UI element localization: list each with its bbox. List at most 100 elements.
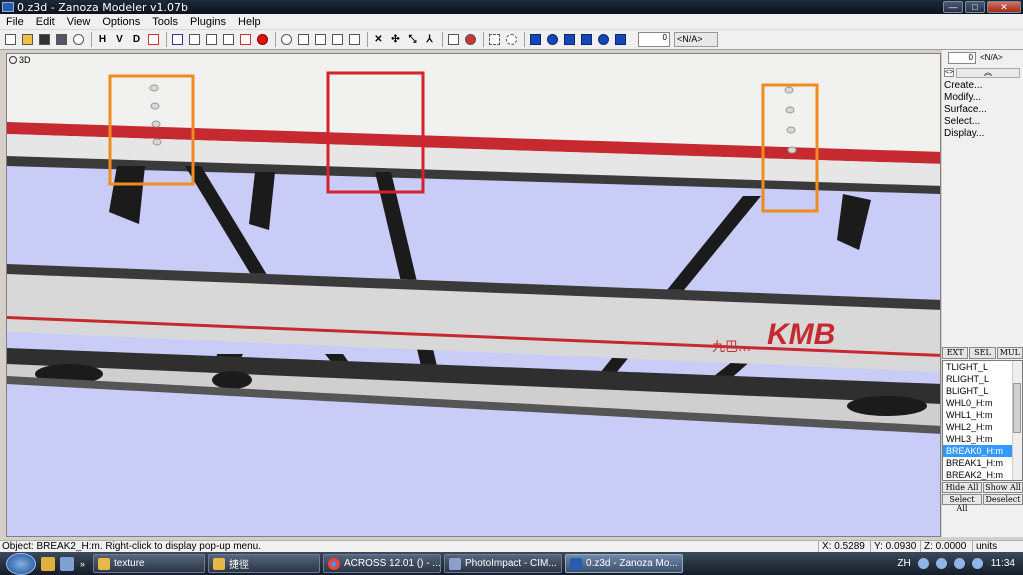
start-button[interactable] (6, 552, 36, 575)
toolbar-separator (442, 32, 443, 47)
menu-bar: File Edit View Options Tools Plugins Hel… (0, 14, 1023, 30)
magnifier-icon (9, 56, 17, 64)
view-v-button[interactable]: V (112, 32, 127, 47)
menu-options[interactable]: Options (96, 16, 146, 28)
list-item[interactable]: TLIGHT_L (943, 361, 1022, 373)
create-cylinder-icon[interactable] (562, 32, 577, 47)
list-item[interactable]: WHL2_H:m (943, 421, 1022, 433)
select-circle-icon[interactable] (504, 32, 519, 47)
grid-tool-icon[interactable] (446, 32, 461, 47)
zoom-icon[interactable] (279, 32, 294, 47)
list-item[interactable]: WHL1_H:m (943, 409, 1022, 421)
zoom-extents-icon[interactable] (330, 32, 345, 47)
kmb-logo: KMB (767, 318, 835, 351)
command-display[interactable]: Display... (944, 128, 987, 140)
toolbar-combo[interactable]: <N/A> (674, 32, 718, 47)
cube-view-3-icon[interactable] (221, 32, 236, 47)
clock[interactable]: 11:34 (991, 558, 1015, 569)
cube-view-1-icon[interactable] (187, 32, 202, 47)
view-d-button[interactable]: D (129, 32, 144, 47)
command-modify[interactable]: Modify... (944, 92, 987, 104)
volume-icon[interactable] (971, 558, 983, 569)
list-item[interactable]: BREAK1_H:m (943, 457, 1022, 469)
menu-file[interactable]: File (0, 16, 30, 28)
toolbar-separator (275, 32, 276, 47)
language-indicator[interactable]: ZH (897, 558, 910, 569)
command-select[interactable]: Select... (944, 116, 987, 128)
tab-mul[interactable]: MUL (996, 347, 1023, 359)
render-sphere-icon[interactable] (255, 32, 270, 47)
view-h-button[interactable]: H (95, 32, 110, 47)
create-box-icon[interactable] (528, 32, 543, 47)
list-item[interactable]: BREAK2_H:m (943, 469, 1022, 480)
task-photoimpact[interactable]: PhotoImpact - CIM... (444, 554, 563, 573)
rotate-tool-icon[interactable]: ✣ (388, 32, 403, 47)
cube-view-2-icon[interactable] (204, 32, 219, 47)
select-all-button[interactable]: Select All (942, 494, 982, 513)
reload-icon[interactable] (71, 32, 86, 47)
save-icon[interactable] (37, 32, 52, 47)
scrollbar-thumb[interactable] (1013, 383, 1021, 433)
task-texture[interactable]: texture (93, 554, 206, 573)
create-cone-icon[interactable] (579, 32, 594, 47)
menu-help[interactable]: Help (232, 16, 267, 28)
task-shortcut[interactable]: 捷徑 (208, 554, 321, 573)
bend-tool-icon[interactable]: ⅄ (422, 32, 437, 47)
explorer-icon[interactable] (41, 556, 55, 571)
cube-view-4-icon[interactable] (238, 32, 253, 47)
folder-icon (213, 557, 226, 570)
maximize-button[interactable]: □ (965, 1, 985, 13)
scale-tool-icon[interactable]: ⤡ (405, 32, 420, 47)
zoom-all-icon[interactable] (347, 32, 362, 47)
axis-tool-icon[interactable] (146, 32, 161, 47)
object-list[interactable]: TLIGHT_L RLIGHT_L BLIGHT_L WHL0_H:m WHL1… (942, 360, 1023, 481)
help-icon[interactable] (917, 558, 929, 569)
pan-hand-icon[interactable] (296, 32, 311, 47)
list-item-selected[interactable]: BREAK0_H:m (943, 445, 1022, 457)
save-as-icon[interactable] (54, 32, 69, 47)
viewport-name: 3D (19, 55, 31, 65)
list-item[interactable]: WHL3_H:m (943, 433, 1022, 445)
open-folder-icon[interactable] (20, 32, 35, 47)
create-plane-icon[interactable] (613, 32, 628, 47)
list-item[interactable]: BLIGHT_L (943, 385, 1022, 397)
quicklaunch-more-icon[interactable]: » (80, 559, 85, 569)
panel-collapse-chevron-icon[interactable]: ︽ (956, 68, 1020, 78)
zoom-region-icon[interactable] (313, 32, 328, 47)
task-label: 0.z3d - Zanoza Mo... (586, 558, 678, 569)
menu-plugins[interactable]: Plugins (184, 16, 232, 28)
toolbar-spinner[interactable]: 0 (638, 32, 670, 47)
deselect-button[interactable]: Deselect (983, 494, 1023, 505)
close-button[interactable]: ✕ (987, 1, 1021, 13)
tab-sel[interactable]: SEL (969, 347, 996, 359)
list-scrollbar[interactable] (1012, 361, 1022, 480)
panel-combo[interactable]: <N/A> (980, 53, 1003, 62)
command-surface[interactable]: Surface... (944, 104, 987, 116)
hide-all-button[interactable]: Hide All (942, 482, 982, 493)
panel-spinner[interactable]: 0 (948, 52, 976, 64)
network-icon[interactable] (953, 558, 965, 569)
select-vertex-icon[interactable] (170, 32, 185, 47)
list-item[interactable]: WHL0_H:m (943, 397, 1022, 409)
show-desktop-icon[interactable] (60, 556, 74, 571)
create-sphere-icon[interactable] (545, 32, 560, 47)
tab-ext[interactable]: EXT (942, 347, 969, 359)
command-create[interactable]: Create... (944, 80, 987, 92)
panel-expand-icon[interactable]: <> (944, 68, 954, 77)
list-item[interactable]: RLIGHT_L (943, 373, 1022, 385)
move-tool-icon[interactable]: ✕ (371, 32, 386, 47)
task-zanoza[interactable]: 0.z3d - Zanoza Mo... (565, 554, 684, 573)
object-tabs: EXT SEL MUL (942, 347, 1023, 359)
menu-view[interactable]: View (61, 16, 97, 28)
create-torus-icon[interactable] (596, 32, 611, 47)
viewport-3d[interactable]: 3D KMB 九巴… (6, 53, 941, 537)
minimize-button[interactable]: — (943, 1, 963, 13)
new-file-icon[interactable] (3, 32, 18, 47)
menu-tools[interactable]: Tools (146, 16, 184, 28)
show-all-button[interactable]: Show All (983, 482, 1023, 493)
task-chrome[interactable]: ACROSS 12.01 () - ... (323, 554, 442, 573)
z-tool-icon[interactable] (463, 32, 478, 47)
tray-app-icon[interactable] (935, 558, 947, 569)
select-rect-icon[interactable] (487, 32, 502, 47)
menu-edit[interactable]: Edit (30, 16, 61, 28)
